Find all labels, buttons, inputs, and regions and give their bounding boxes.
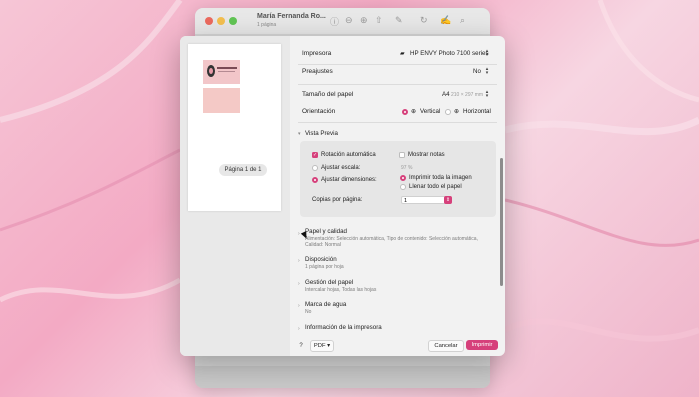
orientation-horizontal-label[interactable]: Horizontal: [463, 108, 491, 115]
chevron-down-icon[interactable]: ▾: [298, 131, 301, 137]
print-entire-image-label[interactable]: Imprimir toda la imagen: [409, 175, 472, 181]
preview-page: Página 1 de 1: [188, 44, 281, 211]
help-button[interactable]: ?: [297, 342, 305, 350]
section-description: 1 página por hoja: [305, 264, 344, 270]
printer-label: Impresora: [302, 50, 332, 57]
background-window-title: María Fernanda Ro...: [257, 13, 326, 20]
fill-paper-label[interactable]: Llenar todo el papel: [409, 184, 462, 190]
divider: [298, 64, 497, 65]
fit-radio[interactable]: [312, 177, 318, 183]
close-window-icon[interactable]: [205, 17, 213, 25]
preview-card-front: [203, 60, 240, 84]
landscape-orientation-icon: ⊕: [454, 108, 460, 115]
section-title[interactable]: Disposición: [305, 256, 337, 263]
paper-size-dimensions: 210 × 297 mm: [451, 92, 484, 98]
background-window-subtitle: 1 página: [257, 22, 277, 28]
zoom-in-icon[interactable]: ⊕: [360, 15, 368, 26]
orientation-label: Orientación: [302, 108, 336, 115]
scale-radio[interactable]: [312, 165, 318, 171]
auto-rotate-label[interactable]: Rotación automática: [321, 152, 376, 158]
divider: [298, 84, 497, 85]
chevron-right-icon[interactable]: ›: [298, 258, 300, 264]
scale-value: 97 %: [401, 165, 413, 171]
fit-label[interactable]: Ajustar dimensiones:: [321, 177, 377, 183]
presets-label: Preajustes: [302, 68, 333, 75]
markup-icon[interactable]: ✎: [395, 15, 403, 26]
cancel-button[interactable]: Cancelar: [428, 340, 464, 352]
scrollbar[interactable]: [500, 158, 503, 286]
chevron-right-icon[interactable]: ›: [298, 281, 300, 287]
print-button[interactable]: Imprimir: [466, 340, 498, 350]
section-title[interactable]: Marca de agua: [305, 301, 346, 308]
preview-section-title[interactable]: Vista Previa: [305, 130, 338, 137]
printer-stepper-icon[interactable]: ▴ ▾: [484, 49, 490, 58]
chevron-right-icon[interactable]: ›: [298, 303, 300, 309]
background-window-bottom: [195, 366, 490, 388]
show-notes-checkbox[interactable]: [399, 152, 405, 158]
print-entire-image-radio[interactable]: [400, 175, 406, 181]
section-description: Alimentación: Selección automática, Tipo…: [305, 236, 478, 248]
paper-size-select[interactable]: A4: [442, 91, 450, 98]
orientation-horizontal-radio[interactable]: [445, 109, 451, 115]
background-window-titlebar: María Fernanda Ro... 1 página ⓘ ⊖ ⊕ ⇧ ✎ …: [195, 8, 490, 34]
pdf-label: PDF: [313, 343, 326, 349]
share-icon[interactable]: ⇧: [375, 15, 383, 26]
auto-rotate-checkbox[interactable]: ✓: [312, 152, 318, 158]
portrait-face-icon: [209, 68, 213, 74]
paper-size-stepper-icon[interactable]: ▴ ▾: [484, 90, 490, 99]
preview-card-back: [203, 88, 240, 113]
portrait-orientation-icon: ⊕: [411, 108, 417, 115]
section-description: Intercalar hojas, Todas las hojas: [305, 287, 377, 293]
zoom-window-icon[interactable]: [229, 17, 237, 25]
minimize-window-icon[interactable]: [217, 17, 225, 25]
orientation-vertical-radio[interactable]: [402, 109, 408, 115]
chevron-right-icon[interactable]: ›: [298, 231, 300, 237]
pdf-menu-button[interactable]: PDF ▾: [310, 340, 334, 352]
card-text-line: [217, 67, 237, 69]
printer-select[interactable]: HP ENVY Photo 7100 series: [410, 50, 489, 57]
presets-stepper-icon[interactable]: ▴ ▾: [484, 67, 490, 76]
section-title[interactable]: Información de la impresora: [305, 324, 382, 331]
divider: [298, 122, 497, 123]
chevron-down-icon: ▾: [327, 343, 331, 349]
card-text-line: [218, 71, 235, 72]
presets-select[interactable]: No: [473, 68, 481, 75]
show-notes-label[interactable]: Mostrar notas: [408, 152, 445, 158]
copies-per-page-label: Copias por página:: [312, 197, 363, 203]
info-icon[interactable]: ⓘ: [330, 15, 339, 28]
print-preview-pane: Página 1 de 1: [180, 36, 290, 356]
section-title[interactable]: Papel y calidad: [305, 228, 347, 235]
annotate-icon[interactable]: ✍: [440, 15, 451, 26]
zoom-out-icon[interactable]: ⊖: [345, 15, 353, 26]
printer-icon: ▰: [400, 50, 405, 57]
fill-paper-radio[interactable]: [400, 184, 406, 190]
copies-stepper-icon[interactable]: ⇕: [444, 196, 452, 204]
page-indicator: Página 1 de 1: [219, 164, 267, 176]
search-icon[interactable]: ⌕: [460, 15, 465, 26]
section-title[interactable]: Gestión del papel: [305, 279, 353, 286]
chevron-right-icon[interactable]: ›: [298, 326, 300, 332]
orientation-vertical-label[interactable]: Vertical: [420, 108, 440, 115]
rotate-icon[interactable]: ↻: [420, 15, 428, 26]
print-dialog: Página 1 de 1 Impresora ▰ HP ENVY Photo …: [180, 36, 505, 356]
paper-size-label: Tamaño del papel: [302, 91, 354, 98]
scale-label[interactable]: Ajustar escala:: [321, 165, 360, 171]
section-description: No: [305, 309, 312, 315]
